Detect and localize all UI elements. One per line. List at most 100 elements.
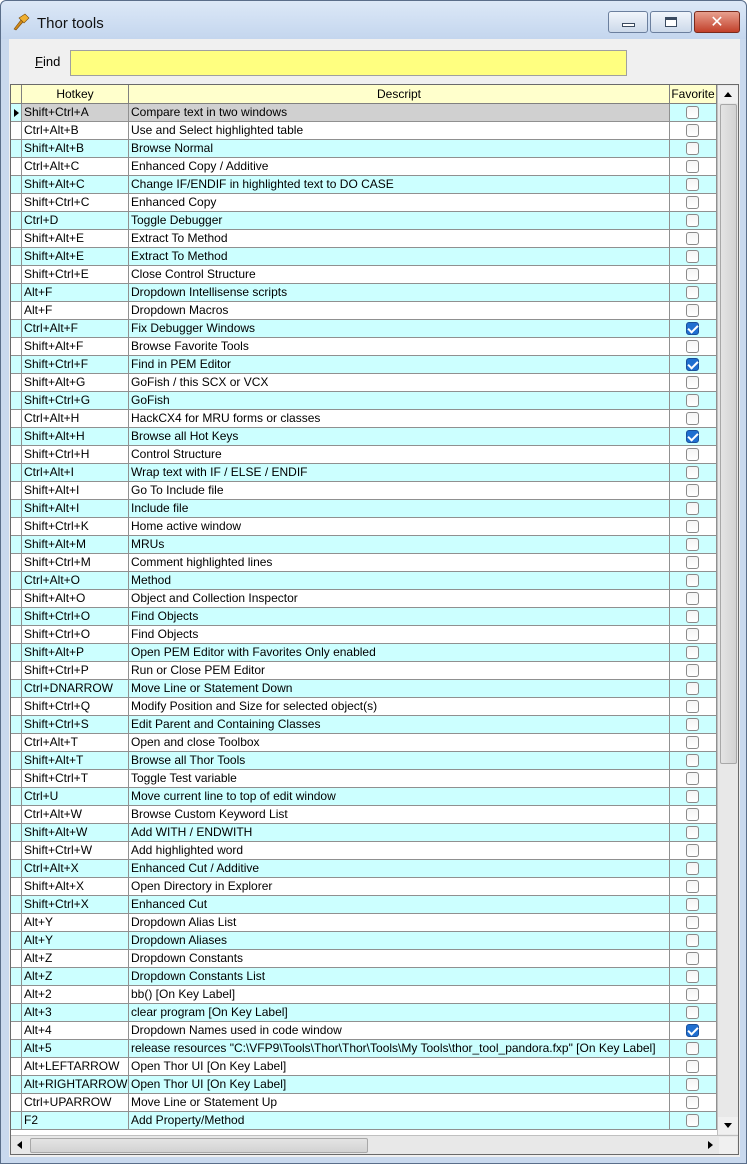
- descript-cell[interactable]: Method: [129, 572, 670, 589]
- descript-cell[interactable]: Find in PEM Editor: [129, 356, 670, 373]
- table-row[interactable]: Ctrl+Alt+F Fix Debugger Windows: [11, 320, 717, 338]
- table-row[interactable]: Shift+Ctrl+C Enhanced Copy: [11, 194, 717, 212]
- descript-cell[interactable]: Open PEM Editor with Favorites Only enab…: [129, 644, 670, 661]
- descript-cell[interactable]: Dropdown Constants: [129, 950, 670, 967]
- row-indicator[interactable]: [11, 608, 22, 625]
- row-indicator[interactable]: [11, 176, 22, 193]
- favorite-checkbox[interactable]: [686, 556, 699, 569]
- favorite-checkbox[interactable]: [686, 1024, 699, 1037]
- descript-cell[interactable]: GoFish: [129, 392, 670, 409]
- descript-cell[interactable]: Move Line or Statement Up: [129, 1094, 670, 1111]
- favorite-checkbox[interactable]: [686, 610, 699, 623]
- hotkey-cell[interactable]: Alt+LEFTARROW: [22, 1058, 129, 1075]
- table-row[interactable]: Alt+RIGHTARROW Open Thor UI [On Key Label…: [11, 1076, 717, 1094]
- row-indicator[interactable]: [11, 698, 22, 715]
- table-row[interactable]: Shift+Ctrl+P Run or Close PEM Editor: [11, 662, 717, 680]
- hotkey-cell[interactable]: Shift+Ctrl+A: [22, 104, 129, 121]
- row-indicator[interactable]: [11, 356, 22, 373]
- favorite-checkbox[interactable]: [686, 250, 699, 263]
- table-row[interactable]: Shift+Ctrl+T Toggle Test variable: [11, 770, 717, 788]
- table-row[interactable]: Shift+Ctrl+S Edit Parent and Containing C…: [11, 716, 717, 734]
- row-indicator[interactable]: [11, 590, 22, 607]
- favorite-checkbox[interactable]: [686, 664, 699, 677]
- descript-cell[interactable]: Browse all Hot Keys: [129, 428, 670, 445]
- row-indicator[interactable]: [11, 158, 22, 175]
- favorite-checkbox[interactable]: [686, 1060, 699, 1073]
- hotkey-cell[interactable]: Shift+Ctrl+M: [22, 554, 129, 571]
- favorite-checkbox[interactable]: [686, 1042, 699, 1055]
- favorite-checkbox[interactable]: [686, 952, 699, 965]
- favorite-checkbox[interactable]: [686, 160, 699, 173]
- favorite-checkbox[interactable]: [686, 844, 699, 857]
- hotkey-cell[interactable]: Shift+Ctrl+C: [22, 194, 129, 211]
- hotkey-cell[interactable]: Shift+Ctrl+O: [22, 608, 129, 625]
- hotkey-cell[interactable]: Alt+4: [22, 1022, 129, 1039]
- favorite-checkbox[interactable]: [686, 916, 699, 929]
- scroll-right-arrow-icon[interactable]: [701, 1137, 718, 1154]
- table-row[interactable]: Shift+Ctrl+F Find in PEM Editor: [11, 356, 717, 374]
- hotkeys-grid[interactable]: Hotkey Descript Favorite Shift+Ctrl+A Com…: [10, 84, 739, 1155]
- descript-cell[interactable]: Dropdown Names used in code window: [129, 1022, 670, 1039]
- descript-cell[interactable]: MRUs: [129, 536, 670, 553]
- row-indicator[interactable]: [11, 932, 22, 949]
- hotkey-cell[interactable]: Ctrl+Alt+I: [22, 464, 129, 481]
- favorite-checkbox[interactable]: [686, 178, 699, 191]
- title-bar[interactable]: Thor tools ✕: [1, 1, 746, 39]
- table-row[interactable]: Ctrl+Alt+I Wrap text with IF / ELSE / END…: [11, 464, 717, 482]
- row-indicator[interactable]: [11, 950, 22, 967]
- descript-cell[interactable]: Wrap text with IF / ELSE / ENDIF: [129, 464, 670, 481]
- favorite-checkbox[interactable]: [686, 880, 699, 893]
- scroll-down-arrow-icon[interactable]: [718, 1117, 738, 1134]
- row-indicator[interactable]: [11, 770, 22, 787]
- favorite-checkbox[interactable]: [686, 682, 699, 695]
- table-row[interactable]: Shift+Ctrl+X Enhanced Cut: [11, 896, 717, 914]
- descript-cell[interactable]: Enhanced Copy / Additive: [129, 158, 670, 175]
- row-indicator[interactable]: [11, 122, 22, 139]
- favorite-checkbox[interactable]: [686, 826, 699, 839]
- table-row[interactable]: Ctrl+Alt+T Open and close Toolbox: [11, 734, 717, 752]
- row-indicator[interactable]: [11, 212, 22, 229]
- hotkey-cell[interactable]: Ctrl+Alt+T: [22, 734, 129, 751]
- row-indicator[interactable]: [11, 1094, 22, 1111]
- hotkey-cell[interactable]: Alt+RIGHTARROW: [22, 1076, 129, 1093]
- descript-cell[interactable]: Close Control Structure: [129, 266, 670, 283]
- row-indicator[interactable]: [11, 752, 22, 769]
- hotkey-cell[interactable]: Shift+Ctrl+P: [22, 662, 129, 679]
- row-indicator[interactable]: [11, 140, 22, 157]
- favorite-checkbox[interactable]: [686, 484, 699, 497]
- column-header-hotkey[interactable]: Hotkey: [22, 85, 129, 103]
- table-row[interactable]: Shift+Ctrl+H Control Structure: [11, 446, 717, 464]
- hotkey-cell[interactable]: Shift+Alt+E: [22, 230, 129, 247]
- hotkey-cell[interactable]: Ctrl+U: [22, 788, 129, 805]
- row-indicator[interactable]: [11, 482, 22, 499]
- table-row[interactable]: Shift+Alt+C Change IF/ENDIF in highlighte…: [11, 176, 717, 194]
- favorite-checkbox[interactable]: [686, 196, 699, 209]
- row-indicator[interactable]: [11, 410, 22, 427]
- row-indicator[interactable]: [11, 536, 22, 553]
- favorite-checkbox[interactable]: [686, 340, 699, 353]
- hotkey-cell[interactable]: Shift+Alt+P: [22, 644, 129, 661]
- table-row[interactable]: Shift+Alt+H Browse all Hot Keys: [11, 428, 717, 446]
- row-indicator[interactable]: [11, 284, 22, 301]
- table-row[interactable]: Alt+F Dropdown Intellisense scripts: [11, 284, 717, 302]
- favorite-checkbox[interactable]: [686, 268, 699, 281]
- table-row[interactable]: Shift+Ctrl+Q Modify Position and Size for…: [11, 698, 717, 716]
- table-row[interactable]: Shift+Alt+E Extract To Method: [11, 230, 717, 248]
- table-row[interactable]: Shift+Ctrl+O Find Objects: [11, 608, 717, 626]
- hotkey-cell[interactable]: Shift+Alt+G: [22, 374, 129, 391]
- descript-cell[interactable]: Dropdown Macros: [129, 302, 670, 319]
- hotkey-cell[interactable]: Alt+Y: [22, 932, 129, 949]
- descript-cell[interactable]: clear program [On Key Label]: [129, 1004, 670, 1021]
- favorite-checkbox[interactable]: [686, 808, 699, 821]
- hotkey-cell[interactable]: Shift+Ctrl+W: [22, 842, 129, 859]
- hotkey-cell[interactable]: Alt+3: [22, 1004, 129, 1021]
- row-indicator[interactable]: [11, 806, 22, 823]
- favorite-checkbox[interactable]: [686, 520, 699, 533]
- descript-cell[interactable]: Open Directory in Explorer: [129, 878, 670, 895]
- row-indicator[interactable]: [11, 626, 22, 643]
- descript-cell[interactable]: Enhanced Copy: [129, 194, 670, 211]
- descript-cell[interactable]: Extract To Method: [129, 248, 670, 265]
- row-indicator[interactable]: [11, 968, 22, 985]
- favorite-checkbox[interactable]: [686, 106, 699, 119]
- descript-cell[interactable]: GoFish / this SCX or VCX: [129, 374, 670, 391]
